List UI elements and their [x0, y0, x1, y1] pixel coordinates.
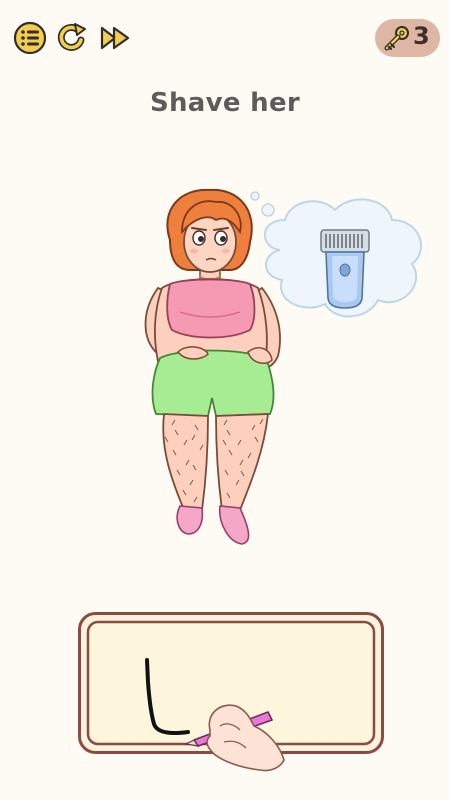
- key-icon: [384, 26, 409, 51]
- electric-shaver-icon: [320, 229, 370, 309]
- restart-button[interactable]: [54, 20, 90, 56]
- restart-icon: [57, 23, 86, 51]
- key-count: 3: [413, 22, 430, 50]
- menu-button[interactable]: [12, 20, 48, 56]
- hand-pen-hint: [180, 696, 290, 776]
- skip-button[interactable]: [98, 20, 134, 56]
- game-scene: [120, 180, 440, 560]
- key-counter: 3: [375, 19, 440, 57]
- level-title: Shave her: [149, 88, 301, 118]
- top-bar: 3: [0, 0, 450, 78]
- fast-forward-icon: [100, 26, 130, 50]
- list-icon: [13, 21, 47, 55]
- woman-character: [144, 188, 281, 545]
